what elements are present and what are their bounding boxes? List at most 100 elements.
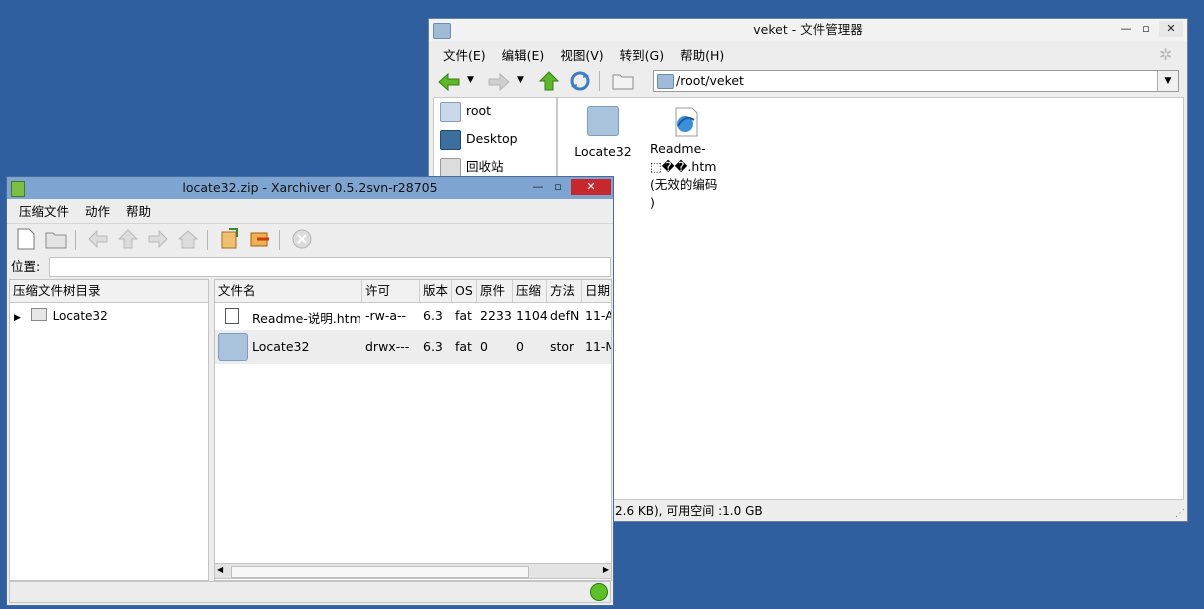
sidebar-item-label: root [466,103,492,118]
file-item-readme[interactable]: Readme- ⬚��.htm (无效的编码 ) [650,106,730,212]
sidebar-item-root[interactable]: root [438,99,491,123]
table-row[interactable]: Readme-说明.htm -rw-a-- 6.3 fat 2233 1104 … [215,304,611,328]
close-button[interactable]: ✕ [571,179,611,195]
file-item-label: Locate32 [574,144,632,159]
open-archive-icon[interactable] [45,228,67,250]
cell-date: 11-M [585,339,611,354]
resize-grip-icon[interactable]: ⋰ [1175,504,1185,524]
back-arrow-icon[interactable] [437,71,461,93]
menu-go[interactable]: 转到(G) [612,45,672,67]
maximize-button[interactable]: ▫ [1137,21,1155,37]
sidebar-item-desktop[interactable]: Desktop [438,127,518,151]
fm-title: veket - 文件管理器 [753,22,863,37]
horizontal-scrollbar[interactable]: ◀ ▶ [214,563,612,579]
up-icon[interactable] [117,228,139,250]
extract-icon[interactable] [219,228,241,250]
menu-help[interactable]: 帮助 [118,201,159,223]
file-item-locate32[interactable]: Locate32 [572,106,634,159]
html-file-icon [225,308,239,324]
chevron-down-icon[interactable]: ▼ [1157,71,1178,91]
cell-os: fat [455,339,472,354]
expander-triangle-icon[interactable]: ▶ [14,313,21,323]
back-history-dropdown-icon[interactable]: ▼ [467,75,474,85]
forward-icon[interactable] [147,228,169,250]
xarchiver-window: locate32.zip - Xarchiver 0.5.2svn-r28705… [6,176,614,606]
folder-icon [218,333,248,361]
menu-help[interactable]: 帮助(H) [672,45,732,67]
location-input[interactable] [49,257,611,277]
xa-toolbar [7,223,613,256]
trash-icon [440,158,461,178]
archive-app-icon [11,181,25,197]
forward-arrow-icon[interactable] [487,71,511,93]
status-indicator-icon [590,583,608,601]
home-icon[interactable] [177,228,199,250]
stop-icon[interactable] [291,228,313,250]
location-bar[interactable]: /root/veket ▼ [653,70,1179,92]
column-header-name[interactable]: 文件名 [215,280,362,302]
file-view[interactable]: Locate32 Readme- ⬚��.htm (无效的编码 ) [557,97,1184,500]
menu-action[interactable]: 动作 [77,201,118,223]
folder-icon [657,74,674,89]
sidebar-item-label: Desktop [466,131,518,146]
close-button[interactable]: ✕ [1159,21,1183,37]
xa-titlebar[interactable]: locate32.zip - Xarchiver 0.5.2svn-r28705… [7,177,613,199]
cell-name: Readme-说明.htm [252,311,360,326]
tree-header[interactable]: 压缩文件树目录 [10,280,208,303]
fm-titlebar[interactable]: veket - 文件管理器 — ▫ ✕ [429,19,1187,41]
column-header-version[interactable]: 版本 [420,280,452,302]
cell-name: Locate32 [252,339,310,354]
column-header-compressed[interactable]: 压缩 [513,280,547,302]
back-icon[interactable] [87,228,109,250]
column-header-date[interactable]: 日期 [582,280,611,302]
desktop-icon [440,130,461,150]
tree-item-locate32[interactable]: ▶ Locate32 [14,307,108,325]
column-header-original[interactable]: 原件 [477,280,513,302]
menu-file[interactable]: 文件(E) [435,45,494,67]
archive-tree: 压缩文件树目录 ▶ Locate32 [9,279,209,581]
add-files-icon[interactable] [249,228,271,250]
scrollbar-thumb[interactable] [231,566,529,578]
menu-archive[interactable]: 压缩文件 [11,201,77,223]
location-path[interactable]: /root/veket [676,71,744,91]
up-arrow-icon[interactable] [538,70,560,92]
cell-date: 11-A [585,308,612,323]
cell-compressed: 1104 [516,308,548,323]
list-header: 文件名 许可 版本 OS 原件 压缩 方法 日期 [215,280,611,303]
tree-item-label: Locate32 [52,309,108,323]
minimize-button[interactable]: — [1117,21,1135,37]
busy-spinner-icon: ✲ [1159,45,1173,64]
scroll-right-icon[interactable]: ▶ [603,565,609,574]
home-icon [440,102,461,122]
minimize-button[interactable]: — [529,179,547,195]
new-archive-icon[interactable] [15,228,37,250]
column-header-method[interactable]: 方法 [547,280,582,302]
column-header-os[interactable]: OS [452,280,477,302]
status-text: 2.6 KB), 可用空间 :1.0 GB [615,504,763,518]
cell-perm: drwx--- [365,339,410,354]
refresh-icon[interactable] [569,70,591,92]
menu-view[interactable]: 视图(V) [552,45,611,67]
location-row: 位置: [9,256,611,278]
scroll-left-icon[interactable]: ◀ [217,565,223,574]
cell-method: stor [550,339,575,354]
sidebar-item-label: 回收站 [466,159,504,174]
xa-title: locate32.zip - Xarchiver 0.5.2svn-r28705 [182,180,438,195]
cell-version: 6.3 [423,339,443,354]
forward-history-dropdown-icon[interactable]: ▼ [517,75,524,85]
location-label: 位置: [11,259,41,274]
fm-menubar: 文件(E) 编辑(E) 视图(V) 转到(G) 帮助(H) [435,45,1187,67]
folder-icon [587,106,619,136]
open-folder-icon[interactable] [612,72,634,90]
folder-window-icon [433,23,451,39]
maximize-button[interactable]: ▫ [549,179,567,195]
cell-perm: -rw-a-- [365,308,407,323]
column-header-permissions[interactable]: 许可 [362,280,420,302]
cell-original: 0 [480,339,488,354]
table-row[interactable]: Locate32 drwx--- 6.3 fat 0 0 stor 11-M [215,330,611,364]
cell-method: defN [550,308,580,323]
menu-edit[interactable]: 编辑(E) [494,45,553,67]
xa-menubar: 压缩文件 动作 帮助 [11,201,613,223]
folder-icon [30,308,47,321]
archive-file-list: 文件名 许可 版本 OS 原件 压缩 方法 日期 Readme-说明.htm -… [214,279,612,581]
